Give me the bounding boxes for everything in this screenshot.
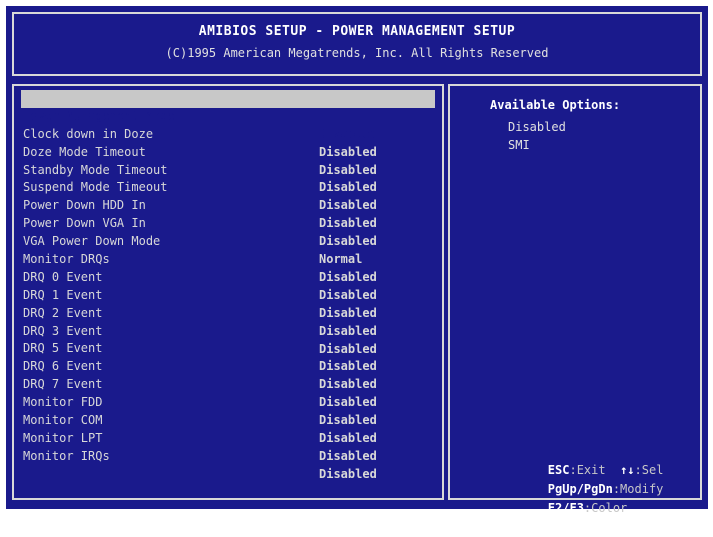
option-disabled[interactable]: Disabled [508,118,566,136]
setting-row-drq-6-event[interactable]: DRQ 6 Event Disabled [21,340,435,391]
setting-label: Monitor IRQs [23,448,110,463]
setting-row-drq-3-event[interactable]: DRQ 3 Event Disabled [21,305,435,356]
bios-screen: AMIBIOS SETUP - POWER MANAGEMENT SETUP (… [6,6,708,515]
setting-row-monitor-lpt[interactable]: Monitor LPT Disabled [21,412,435,463]
arrow-keys-icon: ↑↓ [620,463,635,477]
setting-row-drq-7-event[interactable]: DRQ 7 Event Disabled [21,358,435,409]
available-options-heading: Available Options: [490,98,621,112]
f2-f3-key: F2/F3 [547,501,584,515]
settings-list: Power Management Mode Disabled Clock dow… [21,90,435,481]
setting-row-power-down-vga-in[interactable]: Power Down VGA In Disabled [21,197,435,248]
pgup-pgdn-desc: :Modify [612,482,664,496]
setting-row-monitor-drqs[interactable]: Monitor DRQs Disabled [21,233,435,284]
setting-row-standby-mode-timeout[interactable]: Standby Mode Timeout Disabled [21,144,435,195]
setting-row-doze-mode-timeout[interactable]: Doze Mode Timeout Disabled [21,126,435,177]
setting-row-vga-power-down-mode[interactable]: VGA Power Down Mode Normal [21,215,435,266]
setting-row-power-down-hdd-in[interactable]: Power Down HDD In Disabled [21,179,435,230]
setting-row-suspend-mode-timeout[interactable]: Suspend Mode Timeout Disabled [21,162,435,212]
header-box: AMIBIOS SETUP - POWER MANAGEMENT SETUP (… [12,12,702,76]
key-legend-row: ESC:Exit ↑↓:Sel [490,442,664,477]
setting-row-power-management-mode[interactable]: Power Management Mode Disabled [21,90,435,141]
setting-row-drq-5-event[interactable]: DRQ 5 Event Disabled [21,323,435,373]
help-panel: Available Options: Disabled SMI ESC:Exit… [448,84,702,515]
esc-key-desc: :Exit [569,463,621,477]
pgup-pgdn-key: PgUp/PgDn [547,482,613,496]
setting-row-monitor-com[interactable]: Monitor COM Disabled [21,394,435,445]
setting-row-clock-down-in-doze[interactable]: Clock down in Doze Disabled [21,108,435,159]
setting-row-drq-2-event[interactable]: DRQ 2 Event Disabled [21,287,435,338]
setting-row-drq-1-event[interactable]: DRQ 1 Event Disabled [21,269,435,320]
setting-row-monitor-fdd[interactable]: Monitor FDD Disabled [21,376,435,427]
esc-key: ESC [547,463,570,477]
setting-row-monitor-irqs[interactable]: Monitor IRQs Disabled [21,430,435,481]
setting-row-drq-0-event[interactable]: DRQ 0 Event Disabled [21,251,435,302]
setting-value[interactable]: Disabled [319,466,377,484]
copyright-text: (C)1995 American Megatrends, Inc. All Ri… [165,46,549,60]
setting-value[interactable]: Disabled [319,448,377,466]
key-legend: ESC:Exit ↑↓:Sel PgUp/PgDn:Modify F2/F3:C… [490,442,664,515]
settings-panel: Power Management Mode Disabled Clock dow… [12,84,444,500]
option-smi[interactable]: SMI [508,136,566,154]
options-list: Disabled SMI [508,118,566,154]
page-title: AMIBIOS SETUP - POWER MANAGEMENT SETUP [198,24,516,39]
arrow-keys-desc: :Sel [634,463,664,477]
f2-f3-desc: :Color [583,501,628,515]
